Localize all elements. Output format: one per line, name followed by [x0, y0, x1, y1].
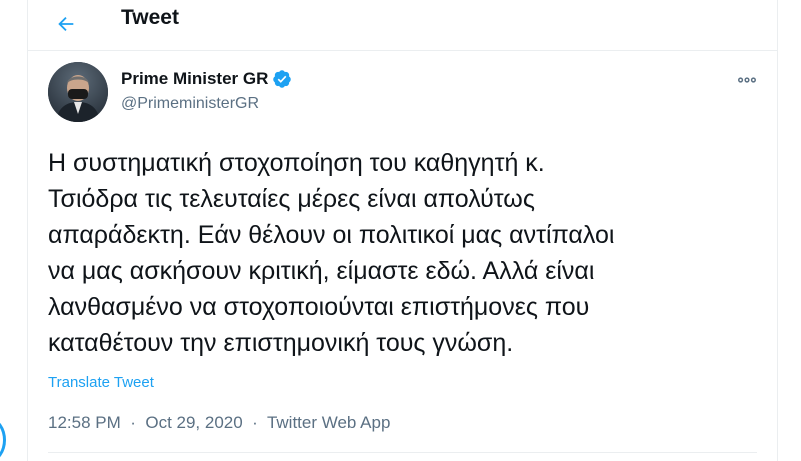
tweet-text-line: Η συστηματική στοχοποίηση του καθηγητή κ… — [48, 149, 545, 177]
tweet-text-line: λανθασμένο να στοχοποιούνται επιστήμονες… — [48, 293, 590, 321]
verified-badge-icon — [272, 69, 292, 89]
author-name[interactable]: Prime Minister GR — [121, 69, 292, 89]
arrow-left-icon — [58, 16, 74, 32]
back-button[interactable] — [46, 4, 86, 44]
tweet-meta: 12:58 PM · Oct 29, 2020 · Twitter Web Ap… — [48, 413, 390, 433]
floating-action-edge[interactable] — [0, 0, 10, 461]
tweet-text-line: καταθέτουν την επιστημονική τους γνώση. — [48, 329, 514, 357]
author-name-text[interactable]: Prime Minister GR — [121, 69, 268, 89]
tweet-source[interactable]: Twitter Web App — [267, 413, 390, 432]
tweet-text-line: Τσιόδρα τις τελευταίες μέρες είναι απολύ… — [48, 185, 535, 213]
more-horizontal-icon — [738, 77, 756, 83]
divider — [48, 452, 757, 453]
avatar-image — [48, 62, 108, 122]
more-button[interactable] — [735, 68, 759, 92]
page-title: Tweet — [121, 6, 179, 29]
author-handle[interactable]: @PrimeministerGR — [121, 95, 259, 113]
main-column: Tweet Prime Minister GR @PrimeministerGR… — [27, 0, 778, 461]
tweet-date[interactable]: Oct 29, 2020 — [145, 413, 242, 432]
tweet-time[interactable]: 12:58 PM — [48, 413, 121, 432]
page-header: Tweet — [28, 0, 777, 51]
tweet-text: Η συστηματική στοχοποίηση του καθηγητή κ… — [48, 145, 753, 361]
meta-separator: · — [125, 413, 141, 432]
tweet-text-line: να μας ασκήσουν κριτική, είμαστε εδώ. Αλ… — [48, 257, 595, 285]
translate-tweet-link[interactable]: Translate Tweet — [48, 374, 154, 391]
meta-separator: · — [247, 413, 263, 432]
avatar[interactable] — [48, 62, 108, 122]
tweet-text-line: απαράδεκτη. Εάν θέλουν οι πολιτικοί μας … — [48, 221, 615, 249]
